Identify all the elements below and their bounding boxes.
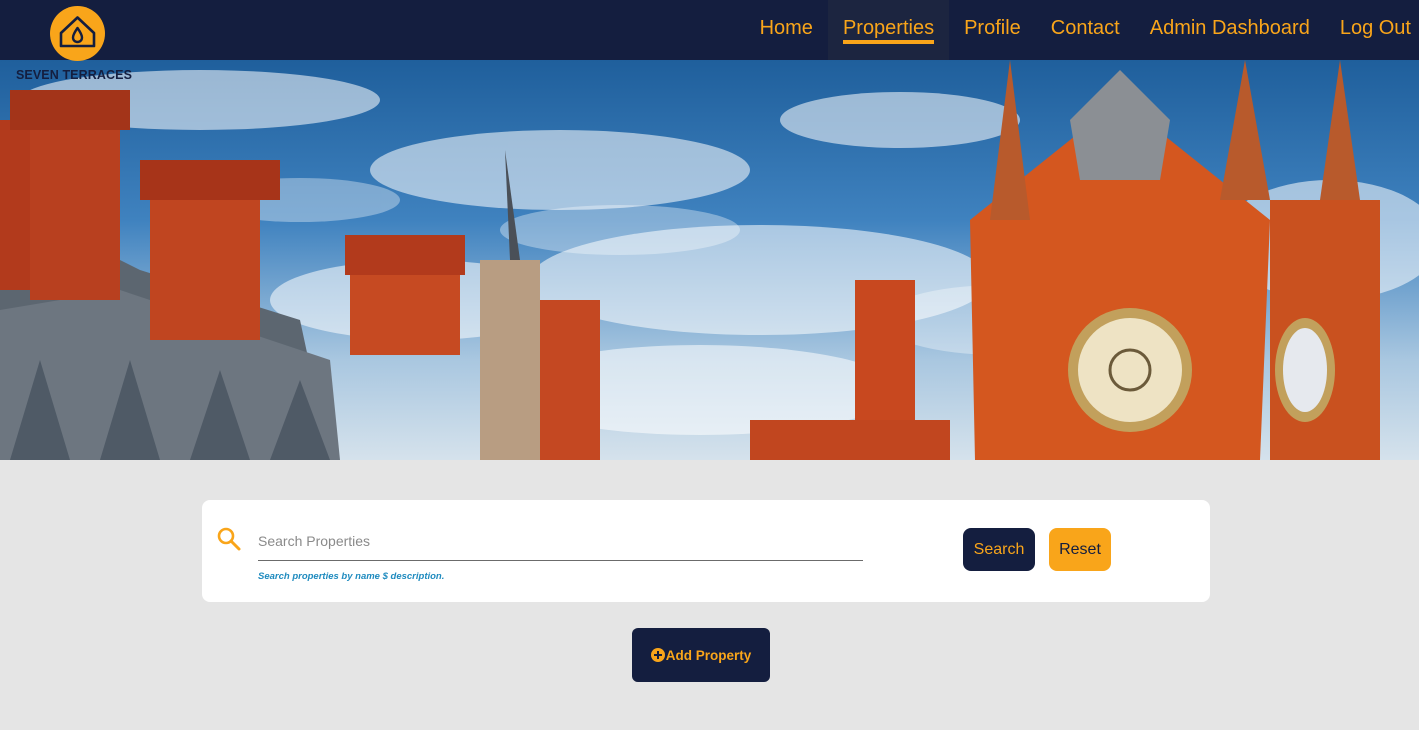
reset-button[interactable]: Reset (1049, 528, 1111, 571)
nav-item-properties[interactable]: Properties (827, 0, 950, 60)
hero-banner (0, 60, 1419, 460)
house-drop-icon (50, 6, 105, 61)
nav-item-label: Log Out (1339, 17, 1411, 39)
brand-logo[interactable]: SEVEN TERRACES (14, 4, 142, 84)
add-property-label: Add Property (665, 647, 752, 663)
hero-image (0, 60, 1419, 460)
search-card: Search properties by name $ description.… (202, 500, 1210, 602)
top-navbar: Home Properties Profile Contact Admin Da… (0, 0, 1419, 60)
brand-name: SEVEN TERRACES (16, 68, 133, 82)
search-hint: Search properties by name $ description. (258, 571, 445, 582)
search-input[interactable] (258, 522, 863, 561)
search-icon (217, 527, 241, 551)
nav-item-admin-dashboard[interactable]: Admin Dashboard (1135, 0, 1325, 60)
nav-item-home[interactable]: Home (745, 0, 828, 60)
nav-item-contact[interactable]: Contact (1036, 0, 1135, 60)
nav-item-profile[interactable]: Profile (949, 0, 1036, 60)
search-button[interactable]: Search (963, 528, 1035, 571)
nav-item-log-out[interactable]: Log Out (1325, 0, 1419, 60)
nav-item-label: Admin Dashboard (1149, 17, 1310, 39)
nav-item-label: Properties (842, 17, 935, 44)
plus-circle-icon (650, 648, 665, 662)
nav-item-label: Contact (1050, 17, 1120, 39)
nav-item-label: Profile (964, 17, 1021, 39)
add-property-button[interactable]: Add Property (632, 628, 770, 682)
nav-item-label: Home (759, 17, 813, 39)
nav-links: Home Properties Profile Contact Admin Da… (745, 0, 1419, 60)
